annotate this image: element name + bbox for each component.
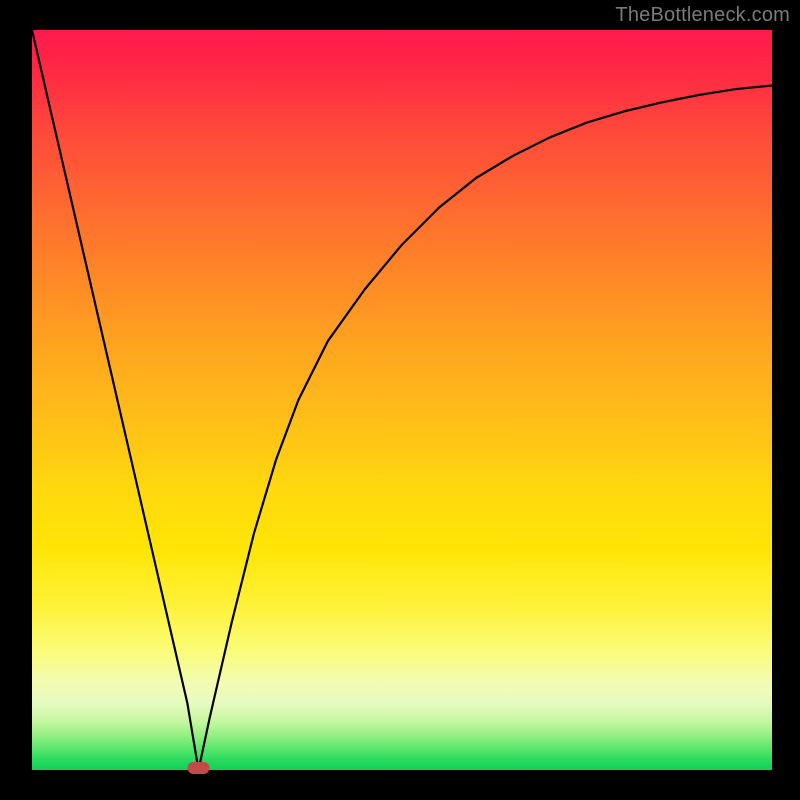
bottleneck-curve — [32, 30, 772, 770]
watermark-text: TheBottleneck.com — [615, 4, 790, 27]
chart-frame: TheBottleneck.com — [0, 0, 800, 800]
chart-svg — [32, 30, 772, 770]
minimum-marker — [188, 762, 210, 774]
plot-area — [32, 30, 772, 770]
